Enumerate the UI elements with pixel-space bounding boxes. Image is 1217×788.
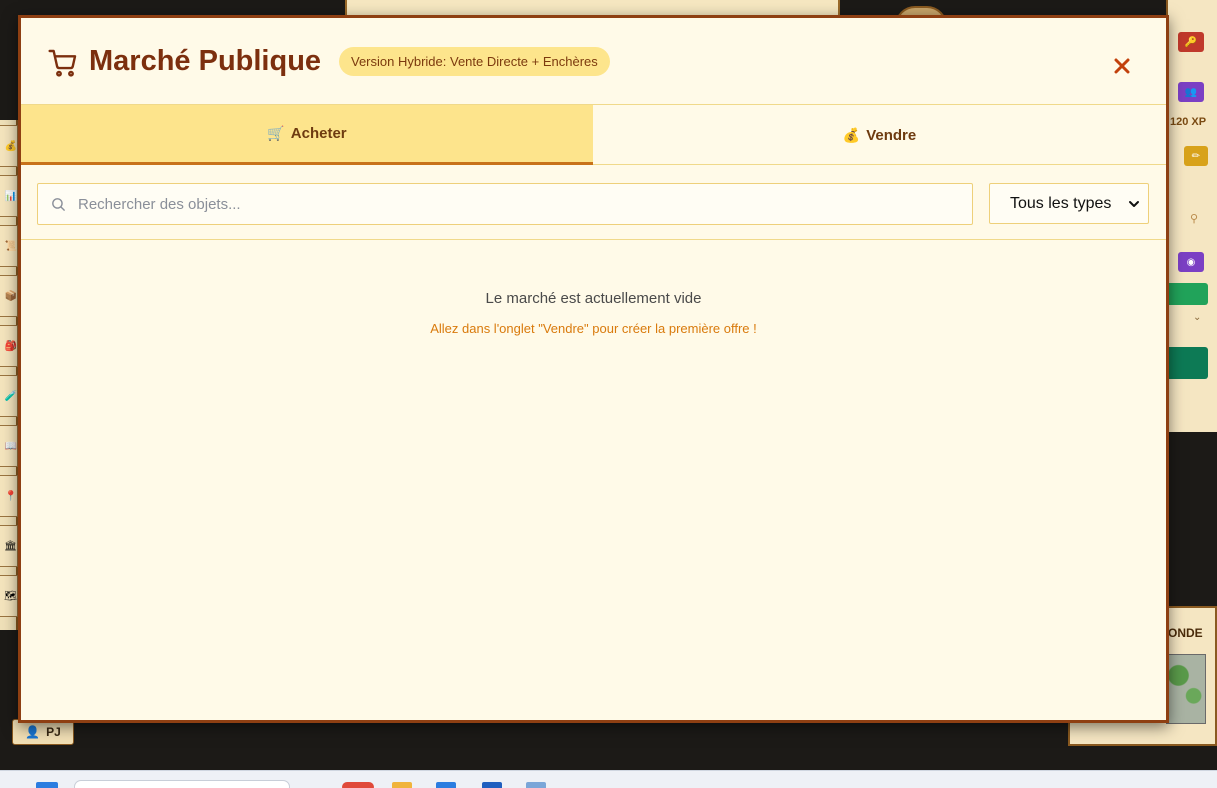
tab-buy[interactable]: 🛒 Acheter bbox=[21, 105, 593, 165]
background-tool-button[interactable]: 📦 bbox=[0, 275, 18, 317]
background-edit-chip[interactable]: ✏ bbox=[1184, 146, 1208, 166]
tab-sell-label: Vendre bbox=[866, 126, 917, 144]
modal-title: Marché Publique bbox=[89, 45, 322, 77]
background-tool-button[interactable]: 🧪 bbox=[0, 375, 18, 417]
empty-state-hint: Allez dans l'onglet "Vendre" pour créer … bbox=[430, 321, 757, 336]
taskbar-search[interactable] bbox=[74, 780, 290, 788]
background-target-chip[interactable]: ◉ bbox=[1178, 252, 1204, 272]
empty-state: Le marché est actuellement vide Allez da… bbox=[21, 290, 1166, 336]
os-taskbar bbox=[0, 770, 1217, 788]
close-icon bbox=[1114, 58, 1130, 74]
empty-state-title: Le marché est actuellement vide bbox=[485, 290, 702, 307]
background-tool-button[interactable]: 📜 bbox=[0, 225, 18, 267]
background-player-label: PJ bbox=[46, 725, 61, 739]
tab-buy-label: Acheter bbox=[290, 125, 347, 142]
tab-sell[interactable]: 💰 Vendre bbox=[593, 105, 1166, 165]
background-tool-button[interactable]: 🗺 bbox=[0, 575, 18, 617]
background-minimap[interactable] bbox=[1166, 654, 1206, 724]
shopping-cart-icon: 🛒 bbox=[267, 125, 285, 141]
search-input[interactable] bbox=[78, 184, 958, 224]
folder-icon[interactable] bbox=[392, 782, 412, 788]
background-tool-button[interactable]: 🏛 bbox=[0, 525, 18, 567]
filters-bar: Tous les types bbox=[21, 166, 1166, 240]
background-group-chip[interactable]: 👥 bbox=[1178, 82, 1204, 102]
taskbar-app-icon[interactable] bbox=[342, 782, 374, 788]
background-tool-button[interactable]: 📊 bbox=[0, 175, 18, 217]
money-bag-icon: 💰 bbox=[842, 126, 861, 143]
close-button[interactable] bbox=[1107, 51, 1137, 81]
type-filter-value: Tous les types bbox=[1010, 194, 1112, 212]
type-filter-select[interactable]: Tous les types bbox=[989, 183, 1149, 224]
windows-start-icon[interactable] bbox=[36, 782, 58, 788]
taskbar-app-icon[interactable] bbox=[526, 782, 546, 788]
user-icon: 👤 bbox=[25, 725, 41, 739]
background-xp-label: 120 XP bbox=[1170, 116, 1207, 128]
background-tool-button[interactable]: 📖 bbox=[0, 425, 18, 467]
taskbar-app-icon[interactable] bbox=[436, 782, 456, 788]
background-minimap-label: ONDE bbox=[1168, 626, 1203, 640]
mode-badge: Version Hybride: Vente Directe + Enchère… bbox=[339, 47, 610, 76]
shopping-cart-icon bbox=[48, 49, 77, 77]
background-key-chip[interactable]: 🔑 bbox=[1178, 32, 1204, 52]
background-green-button[interactable] bbox=[1166, 347, 1208, 379]
chevron-down-icon bbox=[1129, 201, 1139, 207]
search-box bbox=[37, 183, 973, 225]
marketplace-modal: Marché Publique Version Hybride: Vente D… bbox=[18, 15, 1169, 723]
background-tool-button[interactable]: 📍 bbox=[0, 475, 18, 517]
background-green-button[interactable] bbox=[1166, 283, 1208, 305]
background-lamp-icon: ⚲ bbox=[1190, 213, 1199, 225]
background-tool-button[interactable]: 🎒 bbox=[0, 325, 18, 367]
background-tool-button[interactable]: 💰 bbox=[0, 125, 18, 167]
background-chevron-icon[interactable]: ⌄ bbox=[1193, 312, 1201, 323]
market-tabs: 🛒 Acheter 💰 Vendre bbox=[21, 105, 1166, 165]
modal-header: Marché Publique Version Hybride: Vente D… bbox=[21, 18, 1166, 105]
search-icon bbox=[52, 198, 65, 211]
taskbar-app-icon[interactable] bbox=[482, 782, 502, 788]
